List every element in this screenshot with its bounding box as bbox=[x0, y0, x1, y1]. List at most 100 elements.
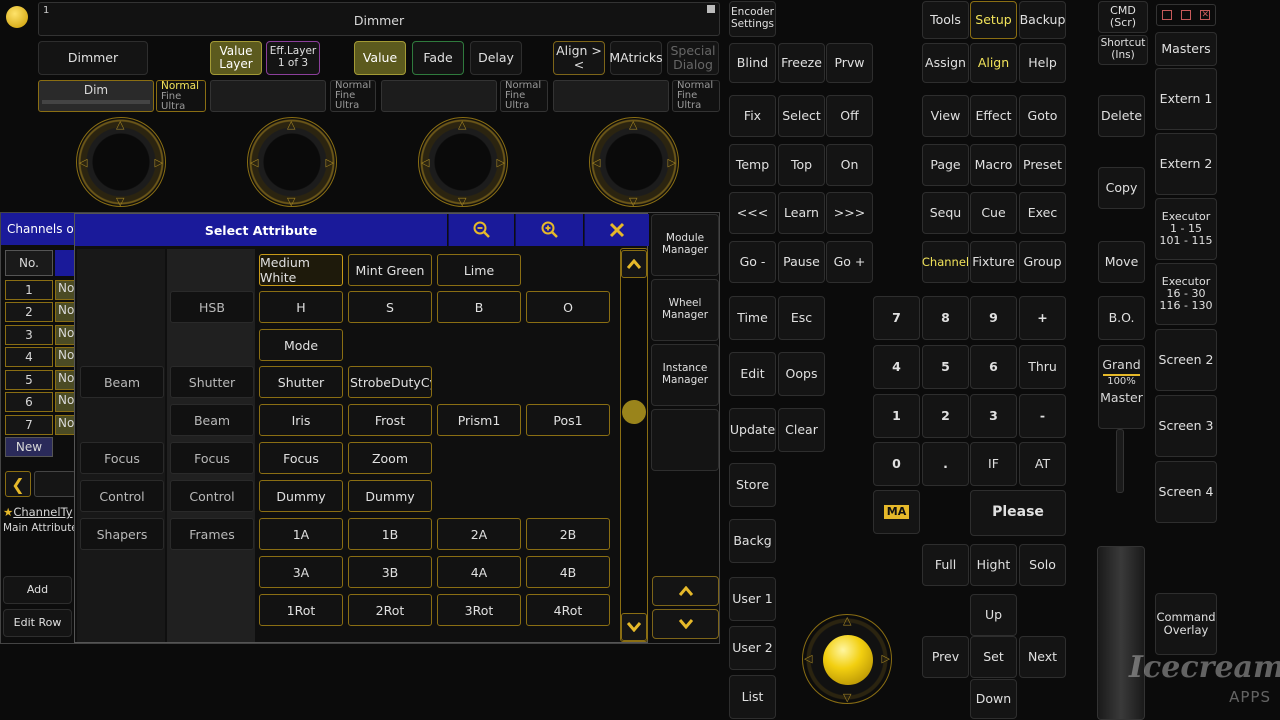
attribute-button[interactable]: S bbox=[348, 291, 432, 323]
restore-icon[interactable] bbox=[1180, 10, 1191, 20]
attribute-button[interactable]: 4A bbox=[437, 556, 521, 588]
table-row-type[interactable]: Nor bbox=[55, 302, 75, 322]
encoder-field-4[interactable] bbox=[553, 80, 669, 112]
attribute-button[interactable]: Mode bbox=[259, 329, 343, 361]
encoder-knob-3[interactable]: △ ▽ ◁ ▷ bbox=[418, 117, 508, 208]
feature-group-control[interactable]: Control bbox=[80, 480, 164, 512]
trackball-ball[interactable] bbox=[823, 635, 873, 685]
attribute-button[interactable]: Medium White bbox=[259, 254, 343, 286]
preset-button[interactable]: Preset bbox=[1019, 144, 1066, 186]
scroll-left-button[interactable]: ❮ bbox=[5, 471, 31, 497]
table-row-type[interactable]: Nor bbox=[55, 392, 75, 412]
backg-button[interactable]: Backg bbox=[729, 519, 776, 563]
feature-frames[interactable]: Frames bbox=[170, 518, 254, 550]
encoder-field-1[interactable]: Dim bbox=[38, 80, 154, 112]
attribute-button[interactable]: Mint Green bbox=[348, 254, 432, 286]
attribute-button[interactable]: Focus bbox=[259, 442, 343, 474]
encoder-knob-1[interactable]: △ ▽ ◁ ▷ bbox=[76, 117, 166, 208]
screen4-view-button[interactable]: Screen 4 bbox=[1155, 461, 1217, 523]
assign-button[interactable]: Assign bbox=[922, 43, 969, 83]
key-4[interactable]: 4 bbox=[873, 345, 920, 389]
attribute-button[interactable]: 1Rot bbox=[259, 594, 343, 626]
table-row-type[interactable]: Nor bbox=[55, 280, 75, 300]
table-row[interactable]: 3 bbox=[5, 325, 53, 345]
scroll-up-button[interactable] bbox=[621, 250, 647, 278]
key-at[interactable]: AT bbox=[1019, 442, 1066, 486]
attribute-button[interactable]: 2A bbox=[437, 518, 521, 550]
attribute-button[interactable]: 2Rot bbox=[348, 594, 432, 626]
attribute-button[interactable]: Dummy bbox=[259, 480, 343, 512]
top-button[interactable]: Top bbox=[778, 144, 825, 186]
hight-button[interactable]: Hight bbox=[970, 544, 1017, 586]
update-button[interactable]: Update bbox=[729, 408, 776, 452]
key-6[interactable]: 6 bbox=[970, 345, 1017, 389]
trackball[interactable]: △ ▽ ◁ ▷ bbox=[802, 614, 892, 704]
screen2-view-button[interactable]: Screen 2 bbox=[1155, 329, 1217, 391]
table-row[interactable]: 6 bbox=[5, 392, 53, 412]
empty-manager-button[interactable] bbox=[651, 409, 719, 471]
attribute-button[interactable]: Dummy bbox=[348, 480, 432, 512]
full-button[interactable]: Full bbox=[922, 544, 969, 586]
value-layer-button[interactable]: Value Layer bbox=[210, 41, 262, 75]
feature-group-shapers[interactable]: Shapers bbox=[80, 518, 164, 550]
dimmer-button[interactable]: Dimmer bbox=[38, 41, 148, 75]
go-plus-button[interactable]: Go + bbox=[826, 241, 873, 283]
prev-button[interactable]: Prev bbox=[922, 636, 969, 678]
table-row[interactable]: 5 bbox=[5, 370, 53, 390]
screen3-view-button[interactable]: Screen 3 bbox=[1155, 395, 1217, 457]
encoder-knob-2[interactable]: △ ▽ ◁ ▷ bbox=[247, 117, 337, 208]
resolution-select-3[interactable]: Normal Fine Ultra bbox=[500, 80, 548, 112]
time-button[interactable]: Time bbox=[729, 296, 776, 340]
feature-focus[interactable]: Focus bbox=[170, 442, 254, 474]
zoom-in-button[interactable] bbox=[515, 214, 583, 246]
key-if[interactable]: IF bbox=[970, 442, 1017, 486]
resolution-select-4[interactable]: Normal Fine Ultra bbox=[672, 80, 720, 112]
key-plus[interactable]: + bbox=[1019, 296, 1066, 340]
copy-button[interactable]: Copy bbox=[1098, 167, 1145, 209]
clear-button[interactable]: Clear bbox=[778, 408, 825, 452]
attribute-button[interactable]: 2B bbox=[526, 518, 610, 550]
key-5[interactable]: 5 bbox=[922, 345, 969, 389]
blind-button[interactable]: Blind bbox=[729, 43, 776, 83]
encoder-settings-button[interactable]: Encoder Settings bbox=[729, 1, 776, 37]
feature-hsb[interactable]: HSB bbox=[170, 291, 254, 323]
next-button[interactable]: Next bbox=[1019, 636, 1066, 678]
instance-manager-button[interactable]: Instance Manager bbox=[651, 344, 719, 406]
table-tab-field[interactable] bbox=[34, 471, 76, 497]
freeze-button[interactable]: Freeze bbox=[778, 43, 825, 83]
attribute-button[interactable]: 4B bbox=[526, 556, 610, 588]
feature-beam[interactable]: Beam bbox=[170, 404, 254, 436]
feature-group-focus[interactable]: Focus bbox=[80, 442, 164, 474]
table-row[interactable]: 1 bbox=[5, 280, 53, 300]
user1-button[interactable]: User 1 bbox=[729, 577, 776, 621]
key-0[interactable]: 0 bbox=[873, 442, 920, 486]
shortcut-button[interactable]: Shortcut (Ins) bbox=[1098, 35, 1148, 65]
list-button[interactable]: List bbox=[729, 675, 776, 719]
channel-button[interactable]: Channel bbox=[922, 241, 969, 283]
back-button[interactable]: <<< bbox=[729, 192, 776, 234]
feature-control[interactable]: Control bbox=[170, 480, 254, 512]
pause-button[interactable]: Pause bbox=[778, 241, 825, 283]
attribute-button[interactable]: Lime bbox=[437, 254, 521, 286]
attribute-button[interactable]: Pos1 bbox=[526, 404, 610, 436]
special-dialog-button[interactable]: Special Dialog bbox=[667, 41, 719, 75]
fade-button[interactable]: Fade bbox=[412, 41, 464, 75]
extern1-view-button[interactable]: Extern 1 bbox=[1155, 68, 1217, 130]
temp-button[interactable]: Temp bbox=[729, 144, 776, 186]
key-minus[interactable]: - bbox=[1019, 394, 1066, 438]
macro-button[interactable]: Macro bbox=[970, 144, 1017, 186]
minimize-icon[interactable] bbox=[1161, 10, 1172, 20]
cmd-button[interactable]: CMD (Scr) bbox=[1098, 1, 1148, 33]
align-button[interactable]: Align >< bbox=[553, 41, 605, 75]
zoom-out-button[interactable] bbox=[448, 214, 514, 246]
key-7[interactable]: 7 bbox=[873, 296, 920, 340]
move-button[interactable]: Move bbox=[1098, 241, 1145, 283]
matricks-button[interactable]: MAtricks bbox=[609, 41, 663, 75]
exec-button[interactable]: Exec bbox=[1019, 192, 1066, 234]
attribute-button[interactable]: O bbox=[526, 291, 610, 323]
key-1[interactable]: 1 bbox=[873, 394, 920, 438]
attribute-button[interactable]: H bbox=[259, 291, 343, 323]
select-button[interactable]: Select bbox=[778, 95, 825, 137]
key-3[interactable]: 3 bbox=[970, 394, 1017, 438]
table-row-type[interactable]: Nor bbox=[55, 370, 75, 390]
